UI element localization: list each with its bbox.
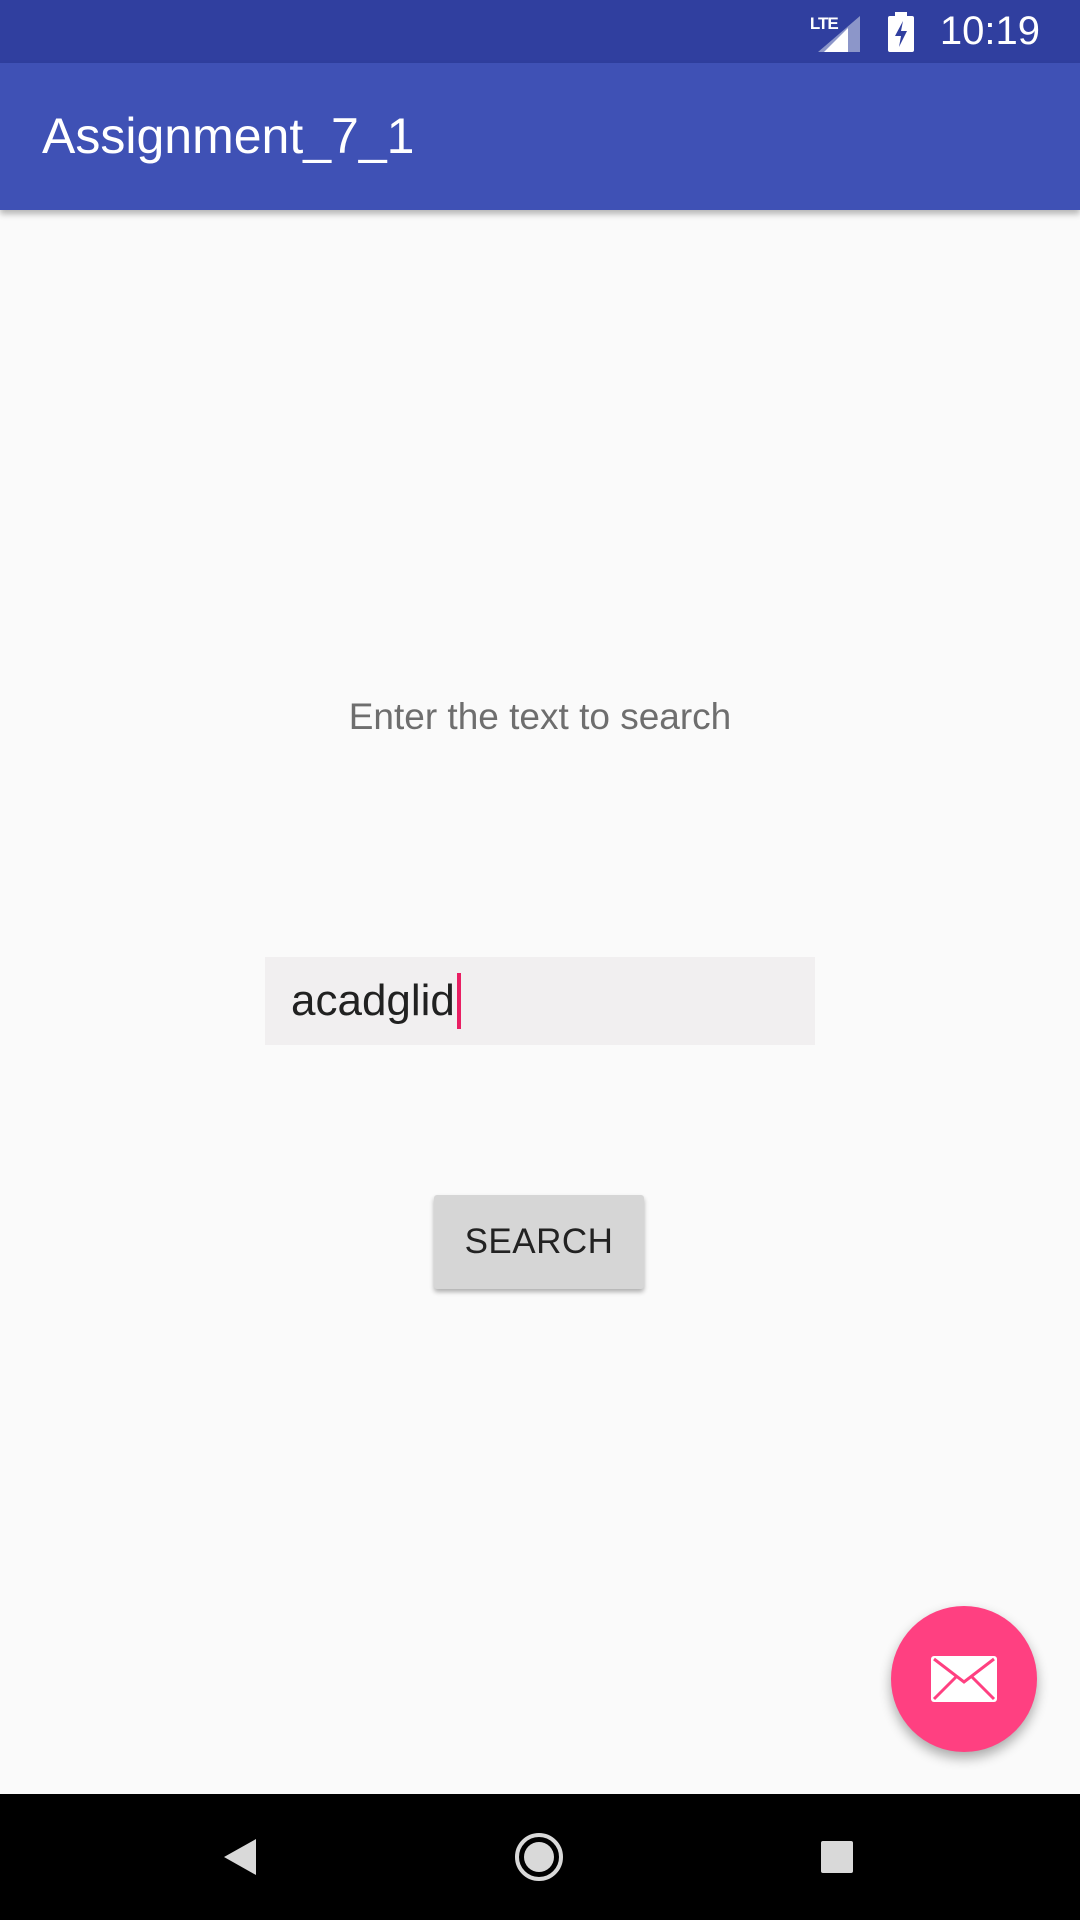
nav-recents-button[interactable] bbox=[797, 1794, 877, 1920]
lte-signal-icon: LTE bbox=[810, 12, 860, 52]
home-icon bbox=[515, 1833, 563, 1881]
navigation-bar bbox=[0, 1794, 1080, 1920]
email-fab-button[interactable] bbox=[891, 1606, 1037, 1752]
back-icon bbox=[224, 1839, 256, 1875]
nav-back-button[interactable] bbox=[200, 1794, 280, 1920]
search-prompt-label: Enter the text to search bbox=[348, 696, 732, 737]
app-bar: Assignment_7_1 bbox=[0, 63, 1080, 210]
search-button[interactable]: SEARCH bbox=[434, 1195, 644, 1289]
search-input-value: acadglid bbox=[291, 976, 455, 1025]
status-clock: 10:19 bbox=[939, 9, 1040, 53]
nav-home-button[interactable] bbox=[499, 1794, 579, 1920]
signal-strength-icon bbox=[817, 15, 860, 52]
email-icon bbox=[931, 1656, 997, 1702]
text-cursor bbox=[456, 973, 461, 1029]
screen: LTE 10:19 Assignment_7_1 Enter the text … bbox=[0, 0, 1080, 1920]
search-input[interactable]: acadglid bbox=[265, 957, 815, 1045]
app-title: Assignment_7_1 bbox=[42, 108, 415, 164]
recents-icon bbox=[821, 1841, 853, 1873]
battery-charging-icon bbox=[887, 11, 914, 52]
status-icons: LTE 10:19 bbox=[810, 0, 1040, 63]
status-bar: LTE 10:19 bbox=[0, 0, 1080, 63]
